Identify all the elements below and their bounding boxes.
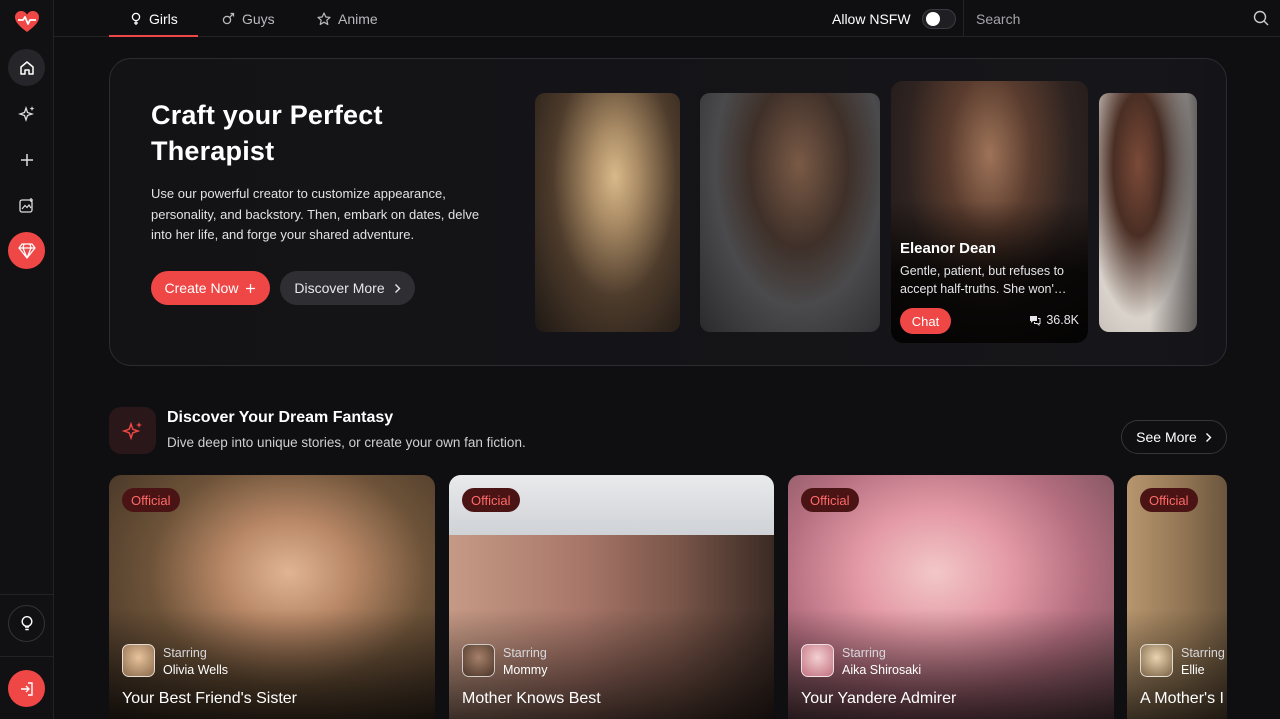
avatar	[462, 644, 495, 677]
official-badge: Official	[1140, 488, 1198, 512]
story-card[interactable]: Official Starring Ellie A Mother's I	[1127, 475, 1227, 719]
sparkle-icon[interactable]	[8, 95, 45, 132]
official-badge: Official	[122, 488, 180, 512]
home-icon[interactable]	[8, 49, 45, 86]
search-bar	[963, 0, 1280, 37]
avatar	[1140, 644, 1173, 677]
lightbulb-icon[interactable]	[8, 605, 45, 642]
starring-label: Starring	[1181, 646, 1225, 660]
tab-guys[interactable]: Guys	[222, 0, 275, 37]
top-bar: Girls Guys Anime Allow NSFW	[54, 0, 1280, 37]
character-name: Aika Shirosaki	[842, 663, 922, 677]
plus-icon	[246, 283, 256, 293]
tab-label: Guys	[242, 10, 275, 27]
starring-label: Starring	[163, 646, 207, 660]
plus-icon[interactable]	[8, 141, 45, 178]
official-badge: Official	[801, 488, 859, 512]
male-icon	[222, 12, 235, 25]
search-input[interactable]	[976, 10, 1206, 27]
starring-label: Starring	[842, 646, 886, 660]
female-icon	[131, 12, 141, 25]
character-portrait[interactable]	[535, 93, 680, 332]
tab-girls[interactable]: Girls	[130, 0, 178, 37]
story-title: Your Yandere Admirer	[801, 690, 957, 707]
nsfw-label: Allow NSFW	[832, 10, 911, 27]
featured-name: Eleanor Dean	[900, 240, 996, 257]
button-label: Create Now	[164, 280, 239, 296]
chat-count-value: 36.8K	[1046, 313, 1079, 327]
character-portrait[interactable]	[700, 93, 880, 332]
hero-title: Craft your Perfect Therapist	[151, 100, 383, 166]
starring-label: Starring	[503, 646, 547, 660]
story-title: Mother Knows Best	[462, 690, 601, 707]
story-title: A Mother's I	[1140, 690, 1224, 707]
chat-bubble-icon	[1030, 315, 1041, 326]
featured-character-card[interactable]: Eleanor Dean Gentle, patient, but refuse…	[891, 81, 1088, 343]
create-now-button[interactable]: Create Now	[151, 271, 270, 305]
story-card[interactable]: Official Starring Aika Shirosaki Your Ya…	[788, 475, 1114, 719]
hero-banner: Craft your Perfect Therapist Use our pow…	[109, 58, 1227, 366]
carousel-fade	[1150, 59, 1226, 365]
tab-label: Girls	[149, 10, 178, 27]
toggle-knob	[925, 11, 940, 26]
story-card[interactable]: Official Starring Mommy Mother Knows Bes…	[449, 475, 774, 719]
see-more-button[interactable]: See More	[1121, 420, 1227, 454]
sidebar-divider	[0, 594, 54, 595]
image-edit-icon[interactable]	[8, 187, 45, 224]
avatar	[801, 644, 834, 677]
discover-more-button[interactable]: Discover More	[280, 271, 415, 305]
sidebar	[0, 0, 54, 719]
featured-description: Gentle, patient, but refuses to accept h…	[900, 264, 1067, 296]
button-label: See More	[1136, 429, 1197, 445]
sparkle-icon	[109, 407, 156, 454]
button-label: Discover More	[294, 280, 385, 296]
section-subtitle: Dive deep into unique stories, or create…	[167, 435, 526, 450]
gem-icon[interactable]	[8, 232, 45, 269]
nsfw-toggle-group: Allow NSFW	[832, 0, 956, 37]
story-title: Your Best Friend's Sister	[122, 690, 297, 707]
chevron-right-icon	[1205, 432, 1212, 442]
character-name: Mommy	[503, 663, 548, 677]
active-tab-indicator	[109, 35, 198, 37]
character-name: Olivia Wells	[163, 663, 229, 677]
login-icon[interactable]	[8, 670, 45, 707]
sidebar-divider	[0, 656, 54, 657]
avatar	[122, 644, 155, 677]
tab-anime[interactable]: Anime	[317, 0, 378, 37]
hero-description: Use our powerful creator to customize ap…	[151, 186, 480, 242]
official-badge: Official	[462, 488, 520, 512]
chevron-right-icon	[394, 283, 401, 293]
search-icon[interactable]	[1252, 9, 1270, 27]
tab-label: Anime	[338, 10, 378, 27]
nsfw-toggle[interactable]	[921, 8, 956, 29]
story-card[interactable]: Official Starring Olivia Wells Your Best…	[109, 475, 435, 719]
logo-heart-icon[interactable]	[13, 8, 41, 36]
character-name: Ellie	[1181, 663, 1205, 677]
star-icon	[317, 11, 331, 25]
chat-count: 36.8K	[1029, 313, 1079, 327]
chat-button[interactable]: Chat	[900, 308, 951, 334]
section-title: Discover Your Dream Fantasy	[167, 409, 394, 426]
